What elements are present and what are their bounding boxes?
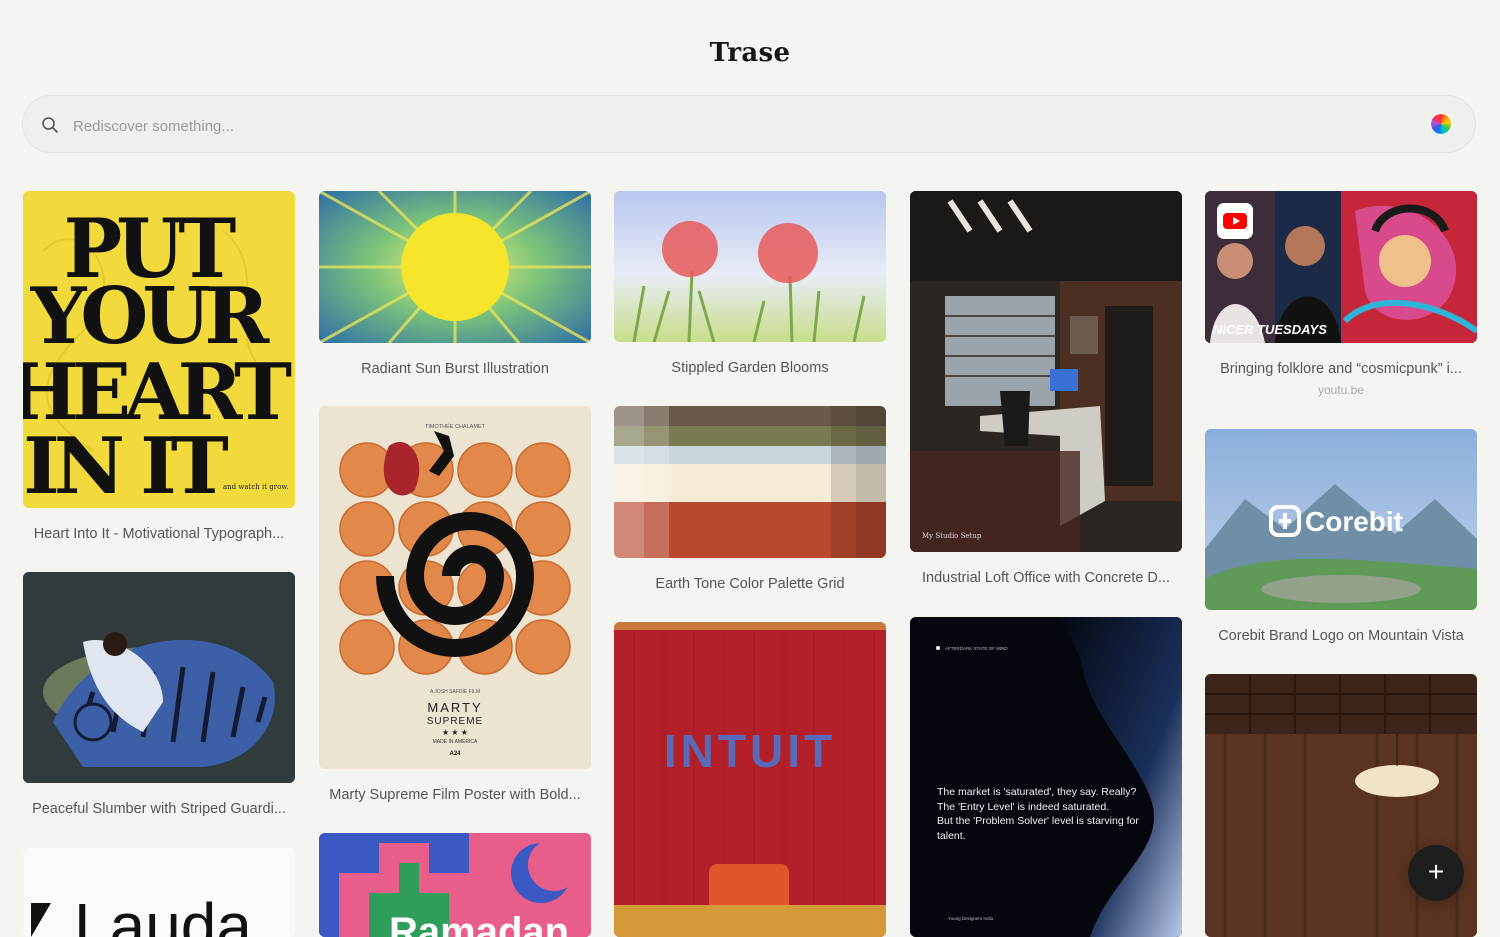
card-thumbnail: NICER TUESDAYS	[1205, 191, 1477, 343]
card-intuit[interactable]: INTUIT	[614, 622, 886, 937]
card-thumbnail: Ramadan	[319, 833, 591, 937]
card-caption: Earth Tone Color Palette Grid	[655, 576, 845, 592]
poster-stars: ★ ★ ★	[442, 728, 468, 737]
color-wheel-icon[interactable]	[1429, 112, 1453, 136]
card-caption: Bringing folklore and “cosmicpunk” i...	[1220, 361, 1462, 377]
card-thumbnail: TIMOTHÉE CHALAMET A JOSH SAFDIE FILM MAR…	[319, 406, 591, 769]
poster-top-credit: TIMOTHÉE CHALAMET	[425, 423, 486, 430]
card-radiant-sun[interactable]: Radiant Sun Burst Illustration	[319, 191, 591, 377]
card-caption: Heart Into It - Motivational Typograph..…	[33, 526, 285, 542]
card-lauda[interactable]: Lauda	[23, 848, 295, 937]
card-stippled-garden[interactable]: Stippled Garden Blooms	[614, 191, 886, 376]
post-body-text: The market is 'saturated', they say. Rea…	[937, 786, 1139, 842]
card-thumbnail: INTUIT	[614, 622, 886, 937]
card-caption: Stippled Garden Blooms	[671, 360, 829, 376]
search-input[interactable]	[71, 110, 1375, 142]
search-bar[interactable]	[22, 95, 1476, 153]
poster-title: MARTY	[427, 700, 482, 715]
card-thumbnail: AFTERDARK STATE OF MIND The market is 's…	[910, 617, 1182, 937]
card-heart-into-it[interactable]: PUT YOUR HEART IN IT and watch it grow. …	[23, 191, 295, 542]
card-thumbnail	[614, 191, 886, 342]
poster-text: INTUIT	[664, 725, 836, 777]
card-thumbnail: My Studio Setup	[910, 191, 1182, 552]
image-overlay-text: NICER TUESDAYS	[1213, 322, 1327, 337]
card-thumbnail: Lauda	[23, 848, 295, 937]
post-author: Young Designers India	[948, 916, 994, 921]
card-caption: Radiant Sun Burst Illustration	[361, 361, 549, 377]
card-thumbnail	[614, 406, 886, 558]
card-caption: Industrial Loft Office with Concrete D..…	[922, 570, 1170, 586]
card-source: youtu.be	[1317, 383, 1365, 397]
app-title: Trase	[709, 38, 791, 68]
search-icon	[42, 117, 58, 133]
card-thumbnail	[23, 572, 295, 783]
card-caption: Marty Supreme Film Poster with Bold...	[329, 787, 581, 803]
poster-text: Lauda	[74, 890, 252, 937]
card-marty-supreme[interactable]: TIMOTHÉE CHALAMET A JOSH SAFDIE FILM MAR…	[319, 406, 591, 803]
youtube-icon	[1217, 203, 1253, 239]
card-folklore-video[interactable]: NICER TUESDAYS Bringing folklore and “co…	[1205, 191, 1477, 397]
poster-small-text: and watch it grow.	[223, 483, 289, 491]
card-industrial-loft[interactable]: My Studio Setup Industrial Loft Office w…	[910, 191, 1182, 586]
card-caption: Peaceful Slumber with Striped Guardi...	[32, 801, 286, 817]
card-thumbnail: Corebit	[1205, 429, 1477, 610]
poster-line-4: IN IT	[23, 421, 228, 508]
card-corebit[interactable]: Corebit Corebit Brand Logo on Mountain V…	[1205, 429, 1477, 644]
card-thumbnail: PUT YOUR HEART IN IT and watch it grow.	[23, 191, 295, 508]
card-peaceful-slumber[interactable]: Peaceful Slumber with Striped Guardi...	[23, 572, 295, 817]
card-earth-tone-palette[interactable]: Earth Tone Color Palette Grid	[614, 406, 886, 592]
image-overlay-text: My Studio Setup	[922, 532, 982, 540]
card-thumbnail	[319, 191, 591, 343]
poster-credit: A JOSH SAFDIE FILM	[430, 689, 480, 695]
poster-made: MADE IN AMERICA	[433, 739, 478, 745]
poster-text: Ramadan	[389, 910, 569, 937]
poster-studio: A24	[449, 751, 461, 757]
card-saturated-market-post[interactable]: AFTERDARK STATE OF MIND The market is 's…	[910, 617, 1182, 937]
card-caption: Corebit Brand Logo on Mountain Vista	[1218, 628, 1464, 644]
post-small-label: AFTERDARK STATE OF MIND	[945, 646, 1008, 651]
plus-icon[interactable]: +	[1408, 845, 1464, 901]
logo-text: Corebit	[1305, 506, 1403, 537]
poster-subtitle: SUPREME	[427, 716, 483, 727]
card-ramadan[interactable]: Ramadan	[319, 833, 591, 937]
